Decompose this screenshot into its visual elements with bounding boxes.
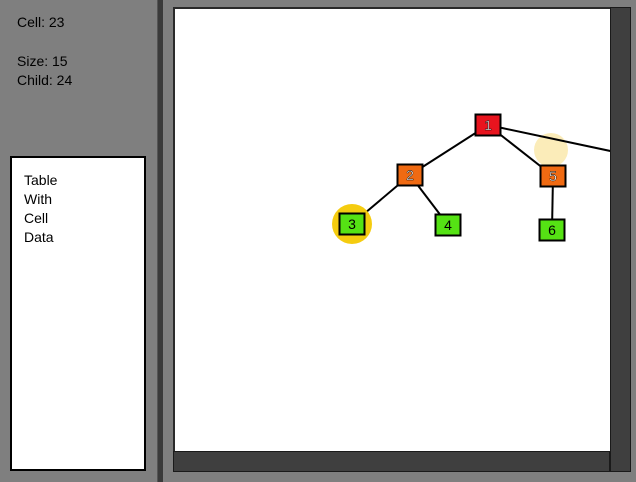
tree-node-2[interactable]: 2 (396, 163, 424, 187)
cell-data-table: Table With Cell Data (10, 156, 146, 471)
tree-node-label: 4 (444, 217, 452, 233)
horizontal-scrollbar[interactable] (173, 451, 610, 472)
cell-data-line: Table (24, 172, 58, 188)
tree-node-3[interactable]: 3 (332, 204, 372, 244)
app-window: Cell: 23 Size: 15 Child: 24 Table With C… (0, 0, 636, 482)
size-readout: Size: 15 (17, 53, 68, 69)
tree-node-label: 1 (484, 117, 492, 133)
tree-canvas[interactable]: 1 2 3 4 5 6 (173, 7, 613, 455)
cell-data-line: Data (24, 229, 54, 245)
tree-node-label: 3 (348, 216, 356, 232)
cell-data-line: Cell (24, 210, 49, 226)
tree-node-label: 2 (406, 167, 414, 183)
tree-view-frame: 1 2 3 4 5 6 (164, 0, 636, 482)
child-readout: Child: 24 (17, 72, 73, 88)
tree-node-4[interactable]: 4 (434, 213, 462, 237)
tree-graph[interactable]: 1 2 3 4 5 6 (175, 9, 613, 455)
tree-node-6[interactable]: 6 (538, 218, 566, 242)
cell-data-line: With (24, 191, 52, 207)
vertical-scrollbar[interactable] (610, 7, 631, 472)
tree-node-1[interactable]: 1 (474, 113, 502, 137)
tree-node-label: 5 (549, 168, 557, 184)
panel-splitter[interactable] (157, 0, 163, 482)
info-panel: Cell: 23 Size: 15 Child: 24 Table With C… (0, 0, 157, 482)
cell-readout: Cell: 23 (17, 14, 65, 30)
tree-node-label: 6 (548, 222, 556, 238)
tree-node-5[interactable]: 5 (539, 164, 567, 188)
